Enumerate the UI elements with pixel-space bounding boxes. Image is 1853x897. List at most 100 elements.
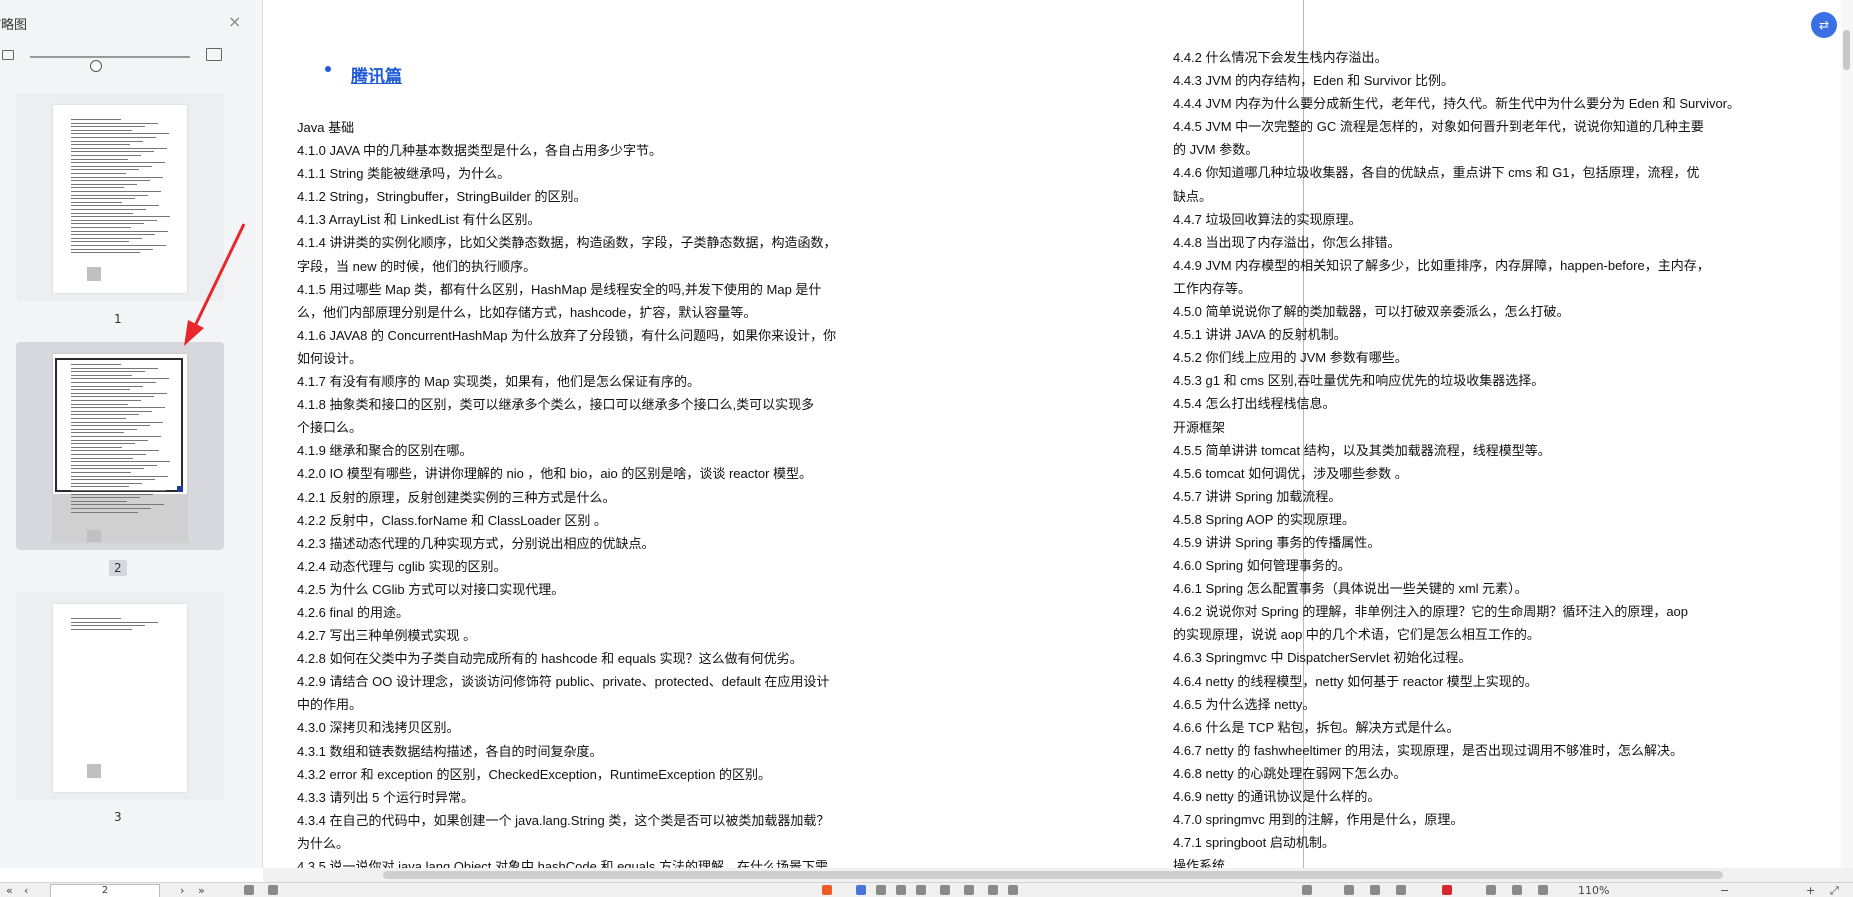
tool-icon[interactable] [940, 885, 950, 895]
zoom-out-button[interactable]: − [1720, 884, 1729, 897]
thumbnail-text-line [71, 482, 142, 484]
wps-icon[interactable] [822, 885, 832, 895]
thumbnail-text-line [71, 241, 129, 243]
thumbnail-text-line [71, 625, 145, 627]
zoom-in-button[interactable]: + [1806, 884, 1815, 897]
page-number-input[interactable]: 2 [50, 884, 160, 897]
text-line: 4.5.9 讲讲 Spring 事务的传播属性。 [1173, 534, 1381, 550]
large-image-icon[interactable] [206, 48, 222, 61]
text-line: 4.1.1 String 类能被继承吗，为什么。 [297, 166, 511, 182]
fit-width-icon[interactable] [1486, 885, 1496, 895]
close-panel-button[interactable]: × [228, 12, 241, 31]
tool-icon[interactable] [988, 885, 998, 895]
thumbnail-text-line [71, 209, 146, 210]
thumbnail-page-number-selected: 2 [109, 560, 127, 576]
section-title-link[interactable]: 腾讯篇 [351, 62, 402, 87]
single-page-view-icon[interactable] [1344, 885, 1354, 895]
brightness-icon[interactable] [1302, 885, 1312, 895]
thumbnail-text-line [71, 618, 121, 619]
thumbnail-text-line [71, 187, 124, 189]
tool-icon[interactable] [964, 885, 974, 895]
thumbnail-page-2[interactable] [16, 342, 224, 550]
text-line: 4.1.8 抽象类和接口的区别，类可以继承多个类么，接口可以继承多个接口么,类可… [297, 397, 815, 413]
thumbnail-text-line [71, 122, 158, 124]
two-page-view-icon[interactable] [1396, 885, 1406, 895]
thumbnail-zoom-row [0, 46, 262, 72]
zoom-level[interactable]: 110% [1578, 884, 1609, 897]
text-line: 4.5.1 讲讲 JAVA 的反射机制。 [1173, 327, 1347, 343]
thumbnail-text-line [71, 223, 144, 225]
thumbnail-text-line [71, 621, 158, 623]
fit-page-icon[interactable] [1512, 885, 1522, 895]
fullscreen-icon[interactable]: ⤢ [1830, 884, 1839, 897]
left-page-text: Java 基础 4.1.0 JAVA 中的几种基本数据类型是什么，各自占用多少字节… [297, 116, 909, 878]
tool-icon[interactable] [1008, 885, 1018, 895]
thumbnail-text-line [71, 439, 148, 441]
text-line: 4.2.8 如何在父类中为子类自动完成所有的 hashcode 和 equals… [297, 651, 803, 667]
first-page-button[interactable]: « [6, 884, 13, 897]
text-line: 4.4.2 什么情况下会发生栈内存溢出。 [1173, 50, 1388, 65]
tool-icon[interactable] [916, 885, 926, 895]
text-line: 4.6.3 Springmvc 中 DispatcherServlet 初始化过… [1173, 650, 1472, 666]
thumbnail-text-line [71, 428, 137, 430]
vertical-scrollbar[interactable] [1841, 0, 1853, 868]
last-page-button[interactable]: » [198, 884, 205, 897]
text-line: 4.1.7 有没有有顺序的 Map 实现类，如果有，他们是怎么保证有序的。 [297, 374, 701, 390]
translate-float-button[interactable]: ⇄ [1811, 12, 1837, 38]
thumbnail-page-3[interactable] [16, 592, 224, 800]
horizontal-scrollbar[interactable] [263, 868, 1853, 882]
next-page-button[interactable]: › [180, 884, 184, 897]
thumbnail-text-line [71, 144, 130, 146]
text-line: 4.4.3 JVM 的内存结构，Eden 和 Survivor 比例。 [1173, 73, 1455, 89]
text-line: 字段，当 new 的时候，他们的执行顺序。 [297, 258, 537, 274]
thumbnail-text-line [71, 119, 121, 120]
horizontal-scroll-thumb[interactable] [383, 871, 1723, 879]
thumbnail-text-line [71, 407, 165, 409]
text-line: 4.1.4 讲讲类的实例化顺序，比如父类静态数据，构造函数，字段，子类静态数据，… [297, 235, 837, 251]
rotate-icon[interactable] [244, 885, 254, 895]
thumbnail-panel: 缩略图 × 1 2 3 [0, 0, 263, 868]
text-line: Java 基础 [297, 120, 355, 135]
text-line: 4.6.1 Spring 怎么配置事务（具体说出一些关键的 xml 元素）。 [1173, 581, 1528, 597]
thumbnail-text-line [71, 500, 127, 502]
thumbnail-text-line [71, 464, 157, 466]
tool-icon[interactable] [896, 885, 906, 895]
thumbnail-text-line [71, 385, 143, 387]
tool-icon[interactable] [876, 885, 886, 895]
vertical-scroll-thumb[interactable] [1843, 30, 1850, 70]
text-line: 4.1.6 JAVA8 的 ConcurrentHashMap 为什么放弃了分段… [297, 327, 837, 343]
text-line: 如何设计。 [297, 350, 363, 366]
thumbnail-text-line [71, 475, 168, 477]
text-line: 4.2.2 反射中，Class.forName 和 ClassLoader 区别… [297, 512, 607, 528]
continuous-view-icon[interactable] [1370, 885, 1380, 895]
thumbnail-text-line [71, 180, 150, 182]
thumbnail-text-line [71, 162, 165, 164]
text-line: 4.2.9 请结合 OO 设计理念，谈谈访问修饰符 public、private… [297, 674, 830, 690]
thumbnail-text-line [71, 472, 131, 473]
thumbnail-text-line [71, 371, 145, 373]
thumbnail-text-line [71, 201, 122, 203]
thumbnail-text-line [71, 443, 135, 445]
tool-icon[interactable] [856, 885, 866, 895]
thumbnail-text-line [71, 486, 129, 488]
viewport-resize-handle[interactable] [177, 486, 183, 492]
small-image-icon[interactable] [2, 50, 14, 60]
text-line: 4.6.0 Spring 如何管理事务的。 [1173, 558, 1351, 574]
text-line: 4.4.5 JVM 中一次完整的 GC 流程是怎样的，对象如何晋升到老年代，说说… [1173, 119, 1704, 135]
thumbnail-text-line [71, 493, 153, 495]
play-icon[interactable] [1442, 885, 1452, 895]
status-bar: « ‹ 2 › » 110% − + ⤢ [0, 882, 1853, 897]
fit-icon[interactable] [268, 885, 278, 895]
red-arrow-annotation [184, 223, 246, 346]
thumbnail-text-line [71, 400, 141, 401]
thumbnail-text-line [71, 511, 138, 513]
thumbnail-text-line [71, 191, 161, 192]
thumbnail-text-line [71, 364, 121, 365]
slider-handle[interactable] [90, 60, 102, 72]
text-line: 4.1.0 JAVA 中的几种基本数据类型是什么，各自占用多少字节。 [297, 143, 663, 159]
prev-page-button[interactable]: ‹ [24, 884, 28, 897]
text-line: 的实现原理，说说 aop 中的几个术语，它们是怎么相互工作的。 [1173, 627, 1540, 643]
actual-size-icon[interactable] [1538, 885, 1548, 895]
thumbnail-size-slider[interactable] [30, 56, 190, 72]
text-line: 4.7.0 springmvc 用到的注解，作用是什么，原理。 [1173, 812, 1464, 828]
